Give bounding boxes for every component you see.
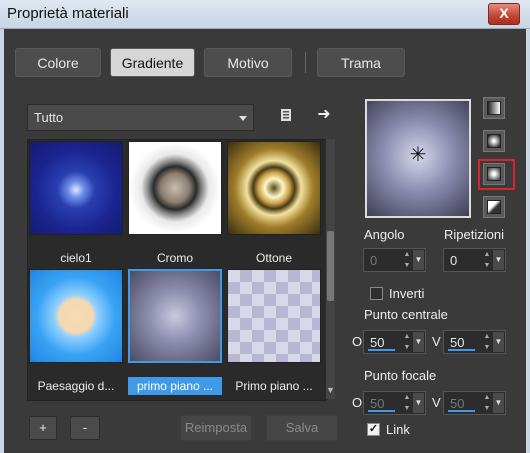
linear-icon: [487, 101, 501, 115]
repeats-stepper[interactable]: 0 ▲ ▼ ▼: [443, 248, 506, 272]
library-scrollbar[interactable]: ▼: [326, 139, 335, 399]
chevron-down-icon[interactable]: ▼: [413, 393, 424, 413]
stepper-arrows-icon[interactable]: ▲ ▼: [402, 392, 412, 414]
center-point-label: Punto centrale: [364, 307, 448, 322]
value-bar: [448, 410, 475, 412]
stepper-arrows-icon[interactable]: ▲ ▼: [402, 331, 412, 353]
center-v-label: V: [432, 334, 441, 349]
center-point-icon[interactable]: ✳: [409, 145, 427, 165]
gradient-label: cielo1: [60, 251, 92, 265]
stepper-arrows-icon[interactable]: ▲ ▼: [482, 249, 492, 271]
tab-trama[interactable]: Trama: [317, 48, 405, 77]
gradient-label: Ottone: [255, 251, 293, 265]
gradient-thumb-primo-piano-transparent[interactable]: [227, 269, 321, 363]
focal-point-label: Punto focale: [364, 368, 437, 383]
link-checkbox[interactable]: ✓: [367, 423, 380, 436]
sunburst-gradient-button[interactable]: [483, 196, 505, 218]
link-label: Link: [386, 422, 410, 437]
sunburst-icon: [487, 200, 501, 214]
center-v-stepper[interactable]: 50 ▲ ▼ ▼: [443, 330, 506, 354]
book-icon[interactable]: [277, 108, 295, 126]
stepper-arrows-icon[interactable]: ▲ ▼: [482, 331, 492, 353]
selected-type-highlight: [478, 159, 515, 190]
chevron-down-icon[interactable]: ▼: [413, 250, 424, 270]
tab-colore[interactable]: Colore: [15, 48, 101, 77]
linear-gradient-button[interactable]: [483, 97, 505, 119]
focal-v-stepper[interactable]: 50 ▲ ▼ ▼: [443, 391, 506, 415]
tab-separator: [305, 52, 306, 73]
window-title: Proprietà materiali: [7, 5, 129, 22]
value-bar: [368, 349, 395, 351]
scrollbar-thumb[interactable]: [327, 231, 334, 301]
center-h-stepper[interactable]: 50 ▲ ▼ ▼: [363, 330, 426, 354]
focal-v-label: V: [432, 395, 441, 410]
category-value: Tutto: [34, 110, 64, 125]
value-bar: [368, 410, 395, 412]
repeats-label: Ripetizioni: [444, 227, 504, 242]
gradient-label: primo piano ...: [128, 377, 222, 395]
gradient-label: Paesaggio d...: [37, 379, 115, 393]
invert-checkbox[interactable]: [370, 287, 383, 300]
stepper-arrows-icon[interactable]: ▲ ▼: [482, 392, 492, 414]
gradient-preview[interactable]: ✳: [365, 99, 471, 218]
scroll-down-arrow-icon[interactable]: ▼: [326, 384, 335, 396]
rectangular-icon: [487, 134, 501, 148]
gradient-thumb-paesaggio[interactable]: [29, 269, 123, 363]
arrow-right-icon[interactable]: ➜: [315, 106, 333, 124]
save-button[interactable]: Salva: [266, 415, 338, 441]
chevron-down-icon[interactable]: ▼: [493, 332, 504, 352]
chevron-down-icon: [239, 116, 247, 121]
stepper-arrows-icon[interactable]: ▲ ▼: [402, 249, 412, 271]
gradient-library: cielo1 Cromo Ottone Paesaggio d... primo…: [27, 139, 327, 401]
gradient-thumb-cromo[interactable]: [128, 141, 222, 235]
focal-h-label: O: [352, 395, 363, 410]
gradient-thumb-cielo1[interactable]: [29, 141, 123, 235]
add-gradient-button[interactable]: +: [29, 416, 57, 440]
gradient-label: Primo piano ...: [235, 379, 313, 393]
angle-stepper[interactable]: 0 ▲ ▼ ▼: [363, 248, 426, 272]
chevron-down-icon[interactable]: ▼: [413, 332, 424, 352]
center-h-label: O: [352, 334, 363, 349]
gradient-label: Cromo: [156, 251, 193, 265]
chevron-down-icon[interactable]: ▼: [493, 393, 504, 413]
category-dropdown[interactable]: Tutto: [27, 104, 254, 131]
reset-button[interactable]: Reimposta: [180, 415, 252, 441]
focal-h-stepper[interactable]: 50 ▲ ▼ ▼: [363, 391, 426, 415]
chevron-down-icon[interactable]: ▼: [493, 250, 504, 270]
tab-motivo[interactable]: Motivo: [204, 48, 292, 77]
angle-label: Angolo: [364, 227, 405, 242]
remove-gradient-button[interactable]: -: [70, 416, 100, 440]
gradient-thumb-primo-piano-selected[interactable]: [128, 269, 222, 363]
rectangular-gradient-button[interactable]: [483, 130, 505, 152]
value-bar: [448, 349, 475, 351]
gradient-thumb-ottone[interactable]: [227, 141, 321, 235]
invert-label: Inverti: [389, 286, 425, 301]
close-button[interactable]: X: [488, 3, 520, 25]
tab-gradiente[interactable]: Gradiente: [110, 48, 195, 77]
